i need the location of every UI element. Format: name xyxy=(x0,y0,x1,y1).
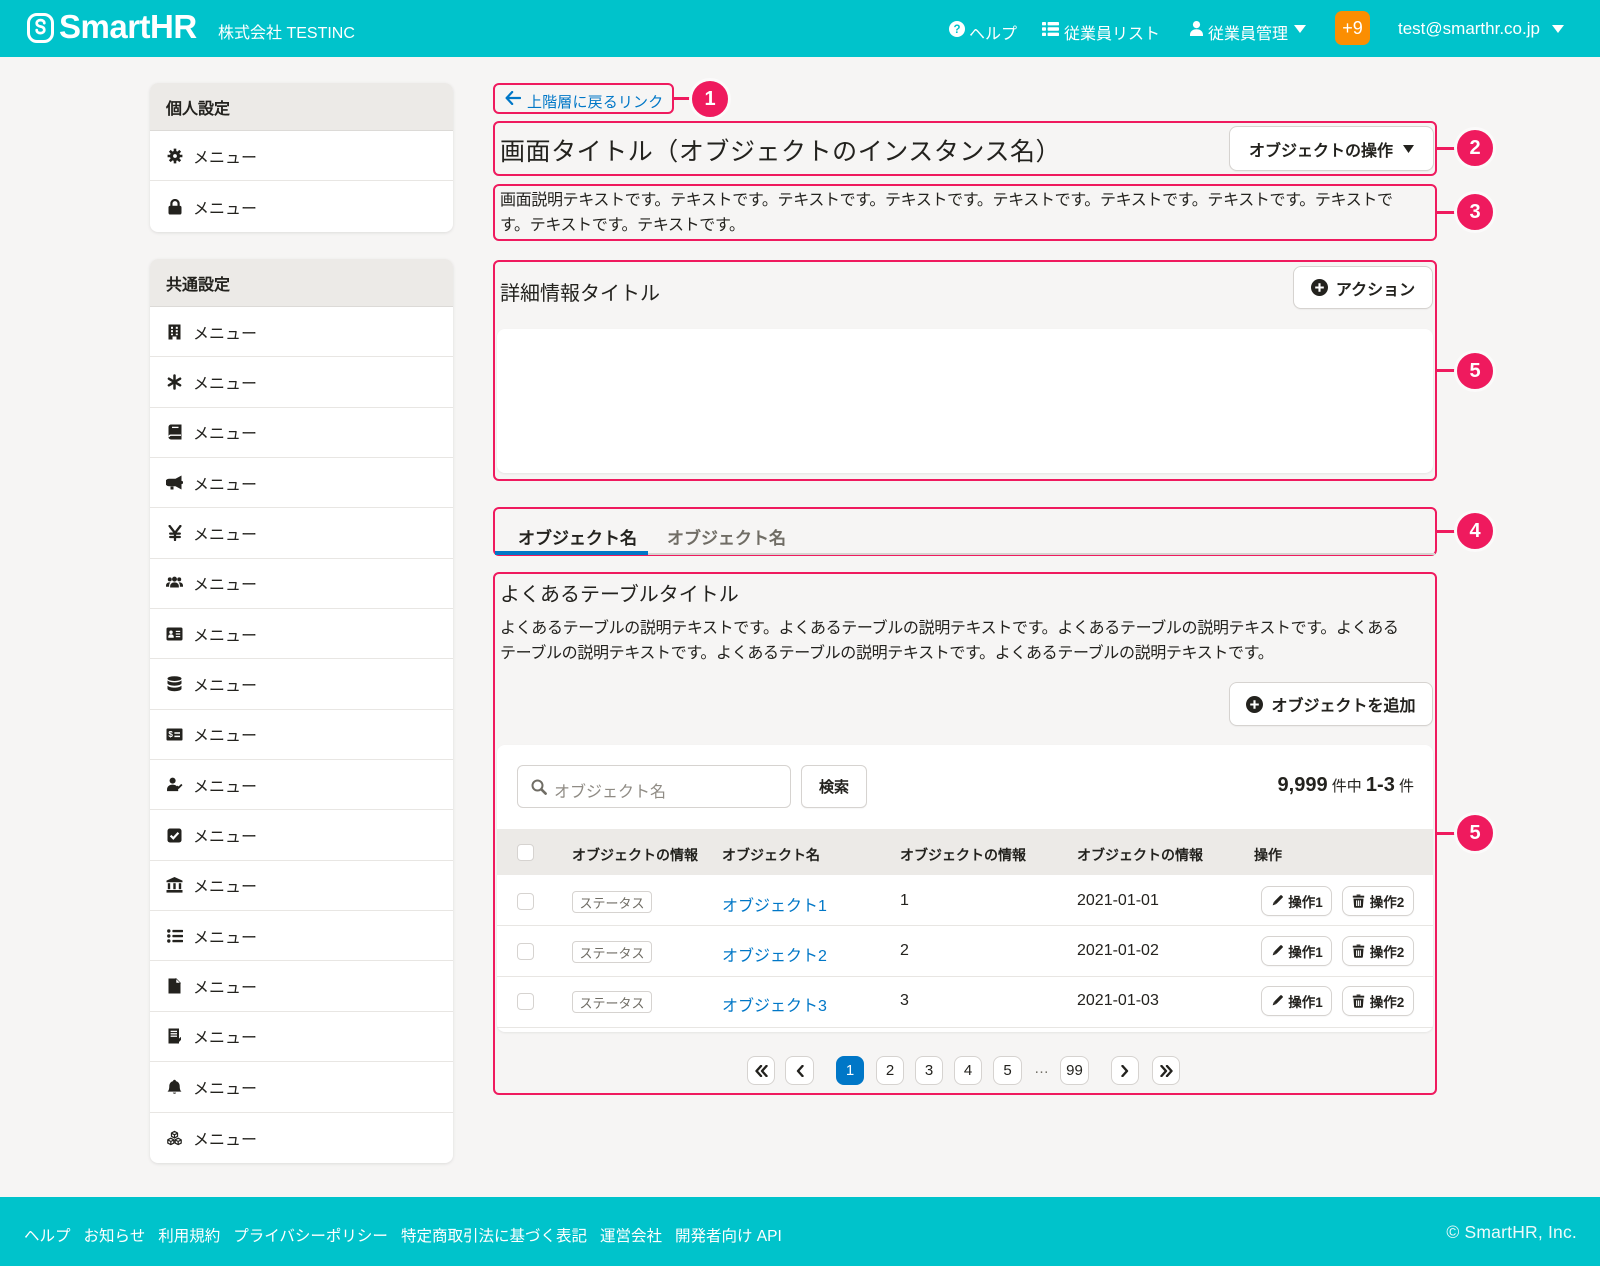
svg-text:?: ? xyxy=(953,24,960,36)
svg-text:$: $ xyxy=(168,730,173,739)
